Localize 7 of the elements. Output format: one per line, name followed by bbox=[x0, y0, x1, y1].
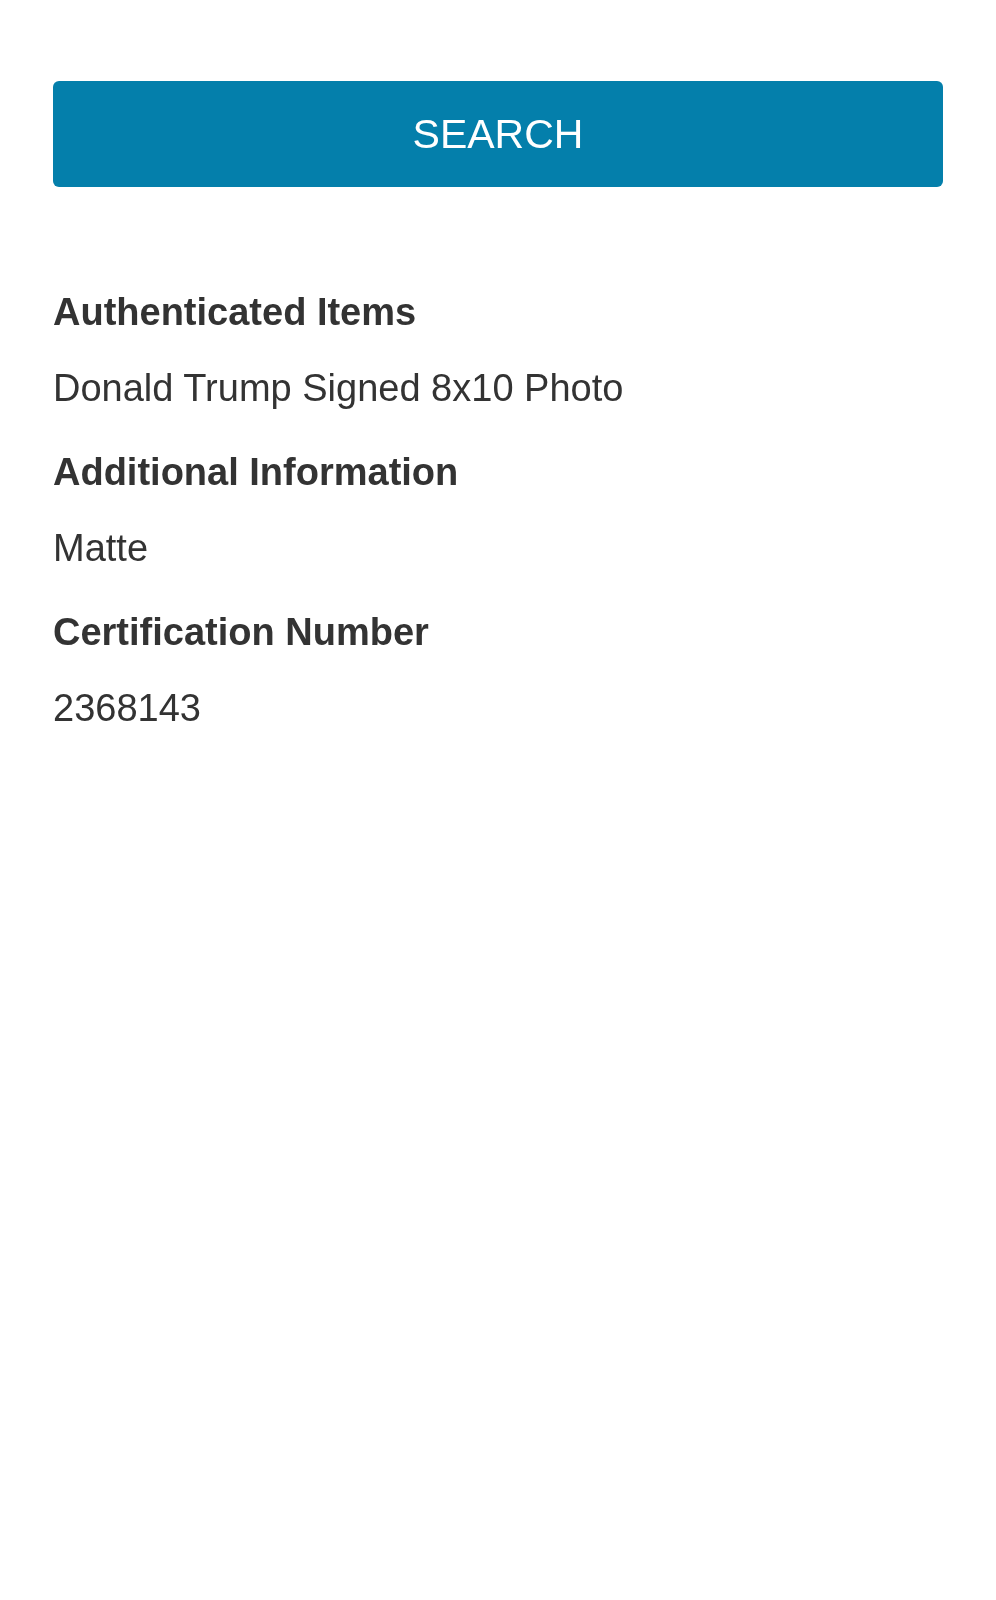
detail-label: Authenticated Items bbox=[53, 290, 417, 335]
detail-value: Matte bbox=[53, 526, 149, 571]
search-button[interactable]: SEARCH bbox=[53, 81, 943, 187]
detail-value: 2368143 bbox=[53, 686, 201, 731]
detail-label: Additional Information bbox=[53, 450, 459, 495]
detail-value: Donald Trump Signed 8x10 Photo bbox=[53, 366, 624, 411]
detail-label: Certification Number bbox=[53, 610, 429, 655]
